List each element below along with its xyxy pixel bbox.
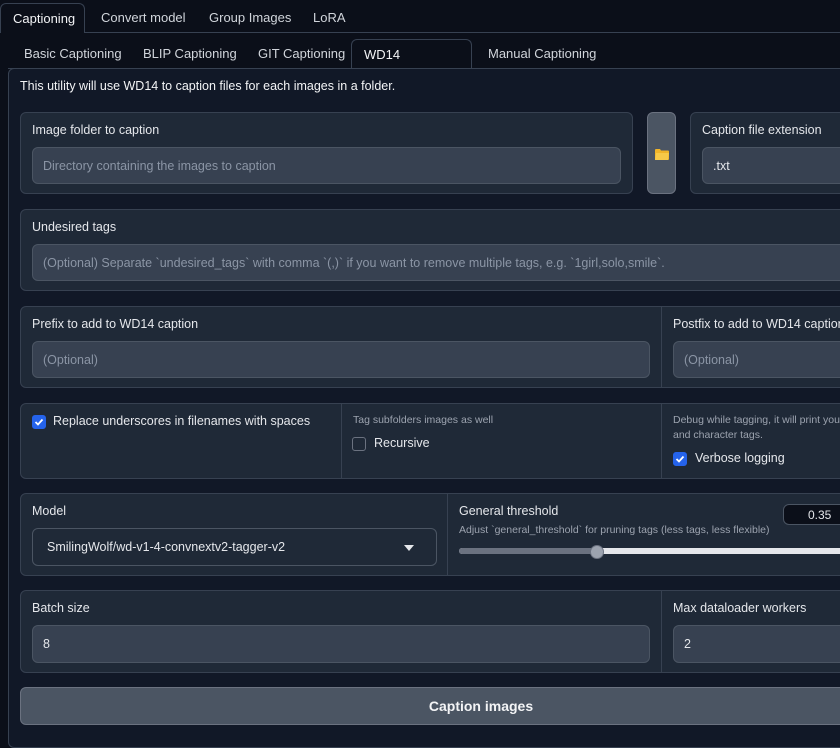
folder-button[interactable] — [647, 112, 676, 194]
batch-size-input[interactable]: 8 — [32, 625, 650, 663]
tab-manual-captioning[interactable]: Manual Captioning — [476, 39, 608, 69]
general-threshold-label: General threshold — [459, 504, 559, 518]
recursive-label: Recursive — [374, 436, 430, 450]
postfix-input[interactable]: (Optional) — [673, 341, 840, 378]
verbose-checkbox[interactable] — [673, 452, 687, 466]
model-selected-value: SmilingWolf/wd-v1-4-convnextv2-tagger-v2 — [47, 540, 286, 554]
tab-git-captioning[interactable]: GIT Captioning — [246, 39, 357, 69]
caption-ext-input[interactable]: .txt — [702, 147, 840, 184]
recursive-info: Tag subfolders images as well — [353, 414, 494, 426]
sub-tabs-divider-left — [8, 68, 351, 69]
verbose-label: Verbose logging — [695, 451, 785, 465]
prefix-input[interactable]: (Optional) — [32, 341, 650, 378]
replace-underscores-checkbox[interactable] — [32, 415, 46, 429]
model-label: Model — [32, 504, 67, 518]
batch-divider — [661, 591, 662, 672]
folder-icon — [655, 149, 669, 160]
options-divider-2 — [661, 404, 662, 478]
model-dropdown[interactable]: SmilingWolf/wd-v1-4-convnextv2-tagger-v2 — [32, 528, 437, 566]
tab-group-images[interactable]: Group Images — [197, 3, 303, 33]
caption-images-button[interactable]: Caption images — [20, 687, 840, 725]
tab-wd14-captioning[interactable]: WD14 Captioning — [351, 39, 472, 92]
replace-underscores-label: Replace underscores in filenames with sp… — [53, 414, 311, 428]
model-threshold-divider — [447, 494, 448, 575]
tab-convert-model[interactable]: Convert model — [89, 3, 198, 33]
image-folder-label: Image folder to caption — [32, 123, 160, 137]
prefix-label: Prefix to add to WD14 caption — [32, 317, 199, 331]
description-text: This utility will use WD14 to caption fi… — [20, 79, 396, 93]
threshold-slider-track[interactable] — [459, 548, 840, 554]
recursive-checkbox[interactable] — [352, 437, 366, 451]
sub-tabs-divider-right — [472, 68, 840, 69]
postfix-label: Postfix to add to WD14 caption — [673, 317, 840, 331]
verbose-info-line2: and character tags. — [673, 429, 763, 441]
chevron-down-icon — [404, 545, 414, 551]
general-threshold-number[interactable]: 0.35 — [783, 504, 840, 525]
threshold-slider-fill — [459, 548, 598, 554]
undesired-tags-label: Undesired tags — [32, 220, 117, 234]
undesired-tags-input[interactable]: (Optional) Separate `undesired_tags` wit… — [32, 244, 840, 281]
image-folder-input[interactable]: Directory containing the images to capti… — [32, 147, 621, 184]
tab-basic-captioning[interactable]: Basic Captioning — [12, 39, 134, 69]
tab-captioning[interactable]: Captioning — [0, 3, 85, 33]
top-tabs-divider — [85, 32, 840, 33]
tab-lora[interactable]: LoRA — [301, 3, 358, 33]
tab-blip-captioning[interactable]: BLIP Captioning — [131, 39, 249, 69]
prefix-postfix-divider — [661, 307, 662, 387]
options-divider-1 — [341, 404, 342, 478]
caption-ext-label: Caption file extension — [702, 123, 822, 137]
verbose-info-line1: Debug while tagging, it will print your — [673, 414, 840, 426]
max-workers-input[interactable]: 2 — [673, 625, 840, 663]
max-workers-label: Max dataloader workers — [673, 601, 807, 615]
batch-size-label: Batch size — [32, 601, 90, 615]
general-threshold-info: Adjust `general_threshold` for pruning t… — [459, 524, 770, 536]
